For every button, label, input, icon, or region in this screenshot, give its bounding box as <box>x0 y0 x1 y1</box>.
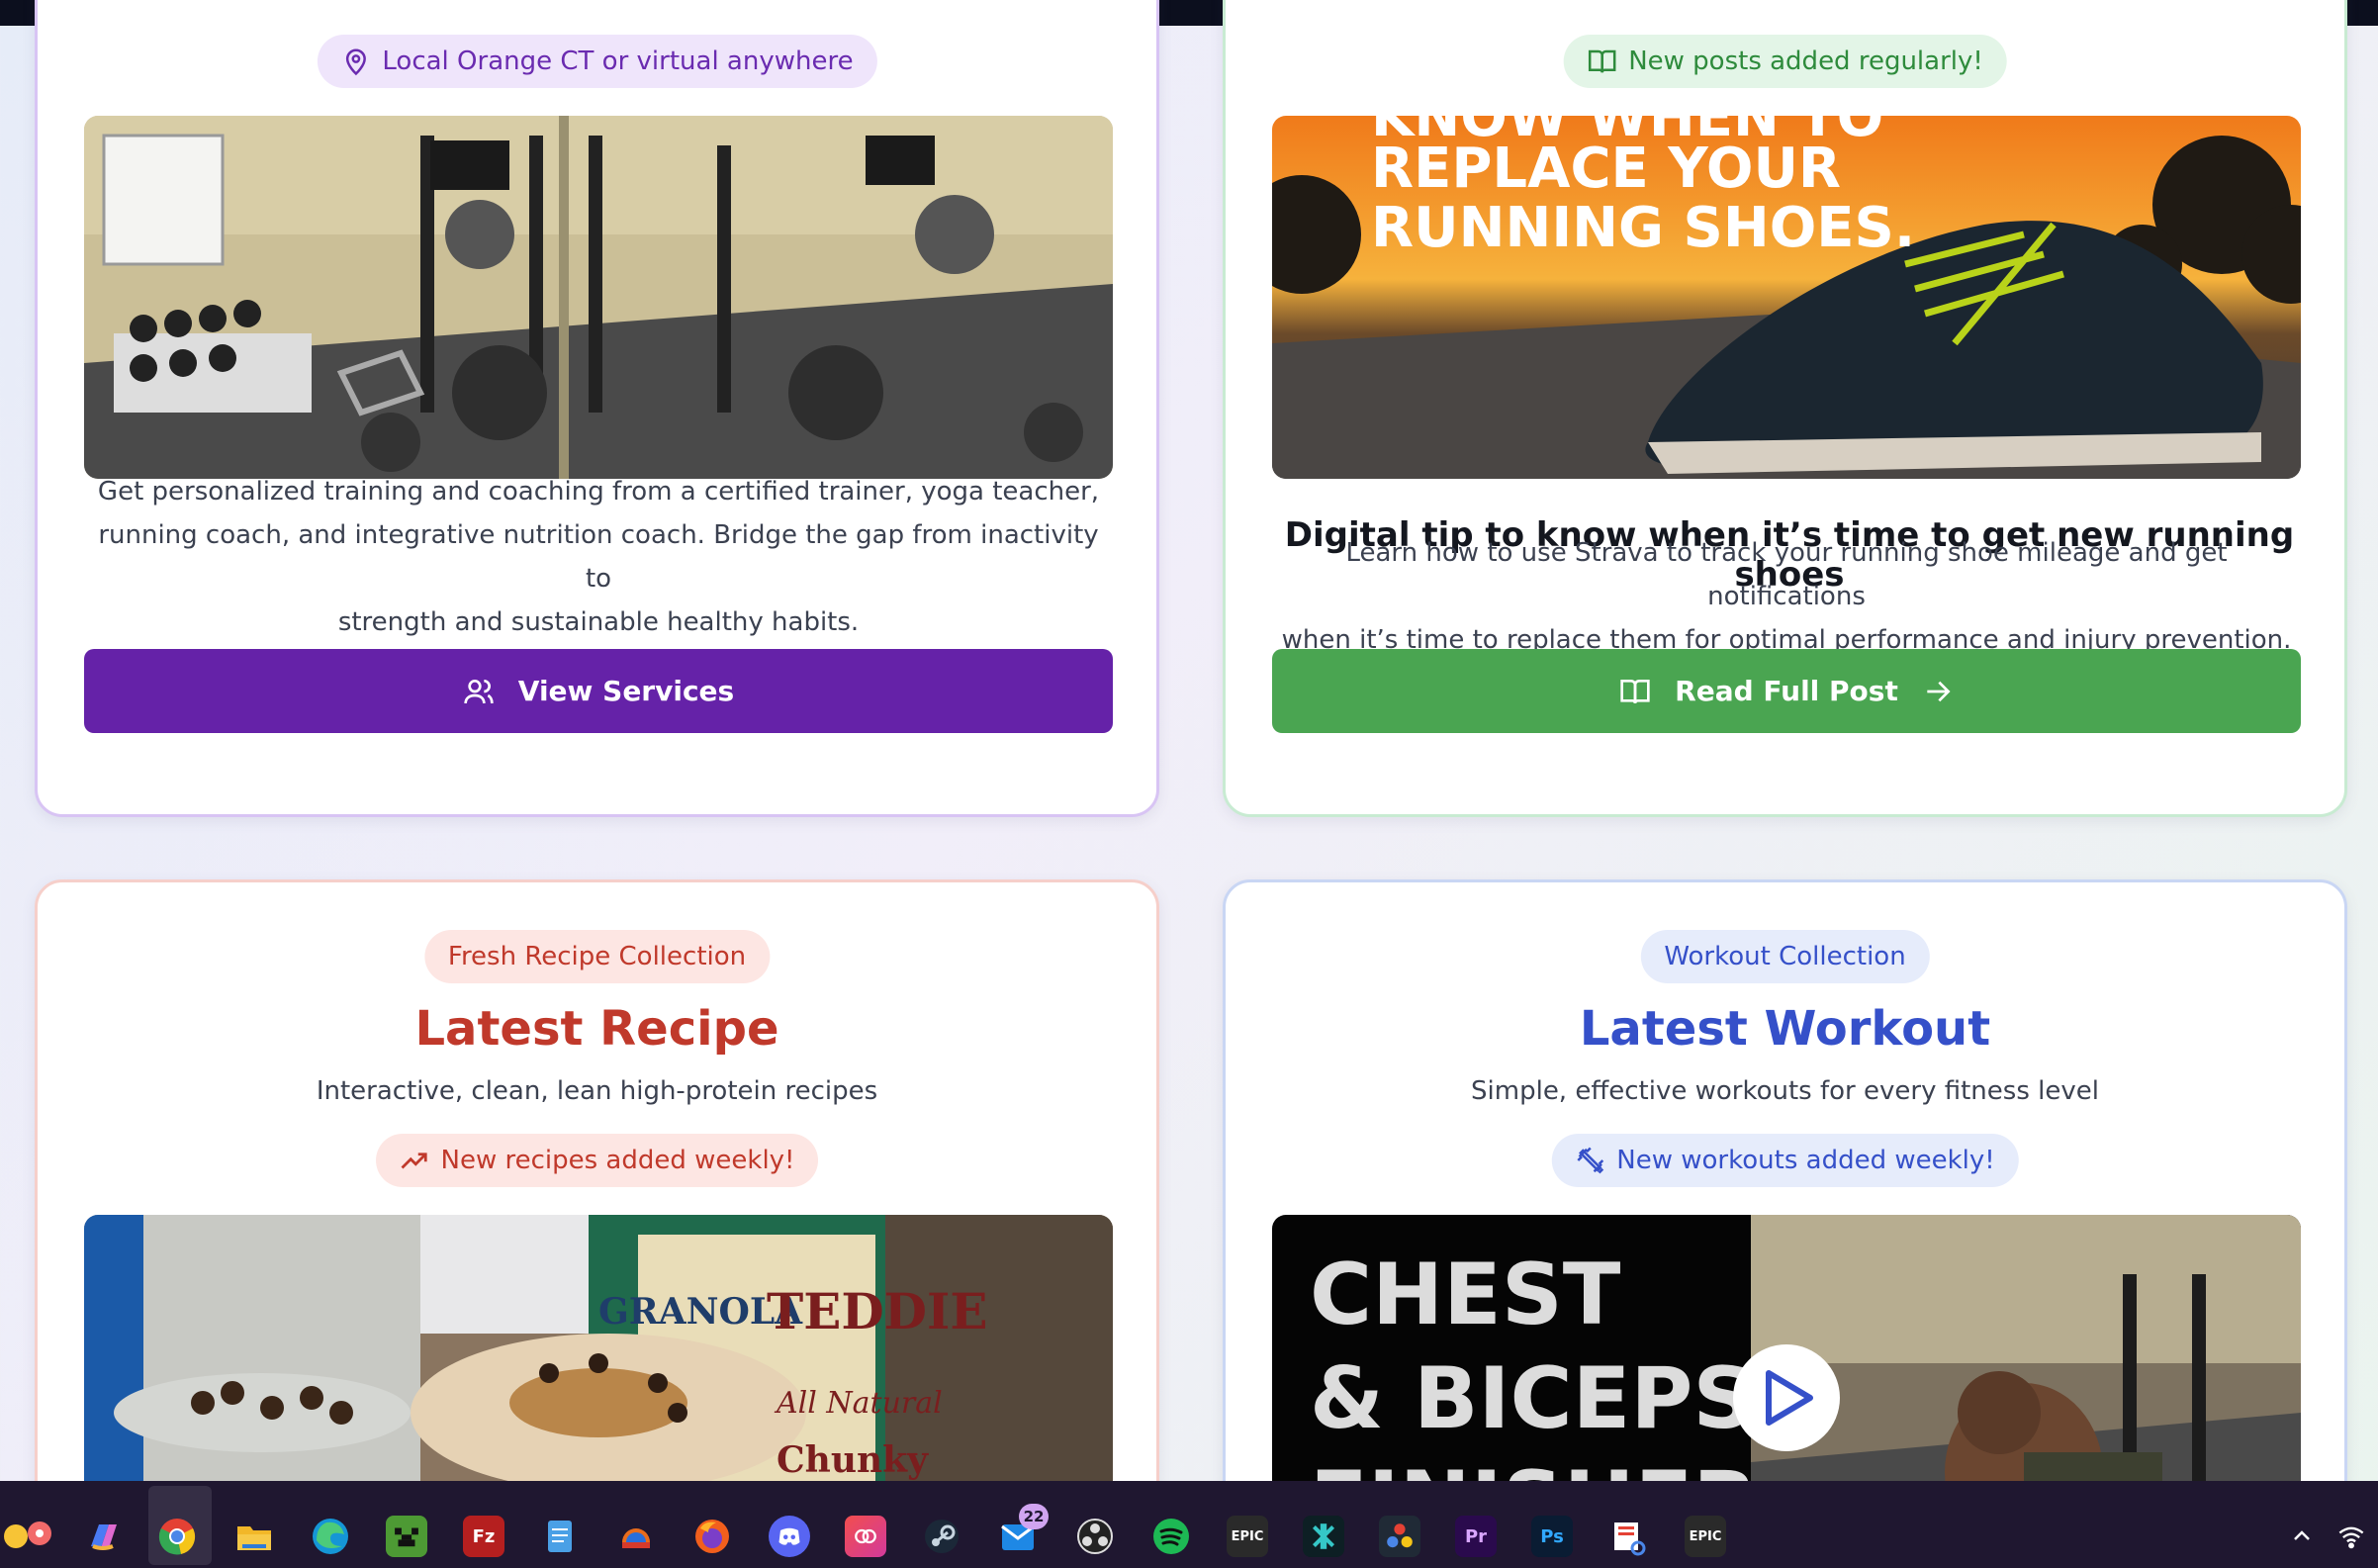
view-services-button[interactable]: View Services <box>84 649 1113 733</box>
chrome-icon[interactable] <box>156 1516 198 1557</box>
minecraft-icon[interactable] <box>386 1516 427 1557</box>
services-description-line: strength and sustainable healthy habits. <box>337 607 860 637</box>
read-full-post-button[interactable]: Read Full Post <box>1272 649 2301 733</box>
trending-up-icon <box>401 1153 427 1169</box>
epic-games-icon-2[interactable]: EPIC <box>1685 1516 1726 1557</box>
book-open-icon <box>1588 49 1615 73</box>
arrow-right-icon <box>1927 681 1951 701</box>
post-description-line: Learn how to use Strava to track your ru… <box>1345 538 2228 611</box>
file-explorer-icon[interactable] <box>233 1516 275 1557</box>
capcut-icon[interactable] <box>1303 1516 1344 1557</box>
recipes-weekly-label: New recipes added weekly! <box>440 1146 795 1175</box>
wifi-icon[interactable] <box>2331 1516 2372 1557</box>
obs-icon[interactable] <box>1074 1516 1116 1557</box>
filezilla-icon[interactable]: Fz <box>463 1516 504 1557</box>
premiere-label: Pr <box>1464 1525 1488 1547</box>
latest-workout-title: Latest Workout <box>1579 1001 1991 1057</box>
office-icon[interactable] <box>615 1516 657 1557</box>
premiere-icon[interactable]: Pr <box>1455 1516 1497 1557</box>
epic-games-icon[interactable]: EPIC <box>1227 1516 1268 1557</box>
copilot-icon[interactable] <box>82 1516 124 1557</box>
epic-games-label: EPIC <box>1689 1528 1722 1544</box>
posts-pill-label: New posts added regularly! <box>1628 46 1983 76</box>
workout-collection-pill: Workout Collection <box>1640 930 1930 983</box>
recipes-weekly-badge: New recipes added weekly! <box>375 1134 819 1187</box>
davinci-icon[interactable] <box>1379 1516 1420 1557</box>
image-text-line: RUNNING SHOES. <box>1371 196 1915 260</box>
play-icon[interactable] <box>1733 1344 1840 1451</box>
workout-card: Workout Collection Latest Workout Simple… <box>1223 879 2347 1568</box>
recipe-subtitle: Interactive, clean, lean high-protein re… <box>316 1076 878 1106</box>
read-full-post-label: Read Full Post <box>1675 675 1898 707</box>
creative-cloud-icon[interactable] <box>845 1516 886 1557</box>
services-description-line: Get personalized training and coaching f… <box>97 477 1100 507</box>
steam-icon[interactable] <box>921 1516 962 1557</box>
services-description-line: running coach, and integrative nutrition… <box>98 520 1099 594</box>
map-pin-icon <box>345 48 366 76</box>
post-description: Learn how to use Strava to track your ru… <box>1272 531 2301 662</box>
location-pill-label: Local Orange CT or virtual anywhere <box>382 46 854 76</box>
users-icon <box>464 679 494 703</box>
workouts-weekly-label: New workouts added weekly! <box>1616 1146 1995 1175</box>
recipe-collection-pill: Fresh Recipe Collection <box>423 930 771 983</box>
image-text-line: REPLACE YOUR <box>1371 137 1841 201</box>
dumbbell-icon <box>1576 1147 1603 1174</box>
workouts-weekly-badge: New workouts added weekly! <box>1551 1134 2019 1187</box>
photoshop-icon[interactable]: Ps <box>1531 1516 1573 1557</box>
discord-icon[interactable] <box>769 1516 810 1557</box>
recipe-card: Fresh Recipe Collection Latest Recipe In… <box>35 879 1159 1568</box>
epic-games-label: EPIC <box>1231 1528 1264 1544</box>
photoshop-label: Ps <box>1540 1525 1564 1547</box>
snipping-icon[interactable] <box>1607 1516 1649 1557</box>
chevron-up-icon[interactable] <box>2281 1516 2323 1557</box>
workout-collection-label: Workout Collection <box>1664 942 1906 971</box>
blog-card: New posts added regularly! KNOW WHEN TO … <box>1223 0 2347 817</box>
posts-pill: New posts added regularly! <box>1563 35 2007 88</box>
filezilla-label: Fz <box>472 1525 496 1547</box>
workout-subtitle: Simple, effective workouts for every fit… <box>1471 1076 2099 1106</box>
latest-recipe-title: Latest Recipe <box>414 1001 779 1057</box>
spotify-icon[interactable] <box>1150 1516 1192 1557</box>
video-text-line: & BICEPS <box>1310 1349 1754 1448</box>
image-text-line: TEDDIE <box>767 1282 988 1340</box>
services-card: Local Orange CT or virtual anywhere Get … <box>35 0 1159 817</box>
emoji-icon[interactable] <box>4 1516 53 1557</box>
location-pill: Local Orange CT or virtual anywhere <box>317 35 877 88</box>
services-description: Get personalized training and coaching f… <box>84 470 1113 644</box>
recipe-collection-label: Fresh Recipe Collection <box>447 942 747 971</box>
book-open-icon <box>1620 679 1650 703</box>
running-shoes-image: KNOW WHEN TO REPLACE YOUR RUNNING SHOES. <box>1272 116 2301 479</box>
video-text-line: CHEST <box>1310 1245 1621 1344</box>
firefox-icon[interactable] <box>691 1516 733 1557</box>
mail-badge: 22 <box>1019 1504 1049 1529</box>
image-text-line: Chunky <box>777 1439 929 1481</box>
image-text-line: All Natural <box>774 1386 943 1421</box>
home-gym-image <box>84 116 1113 479</box>
edge-icon[interactable] <box>310 1516 351 1557</box>
notepad-icon[interactable] <box>539 1516 581 1557</box>
mail-icon[interactable]: 22 <box>997 1504 1049 1557</box>
view-services-label: View Services <box>517 675 735 707</box>
